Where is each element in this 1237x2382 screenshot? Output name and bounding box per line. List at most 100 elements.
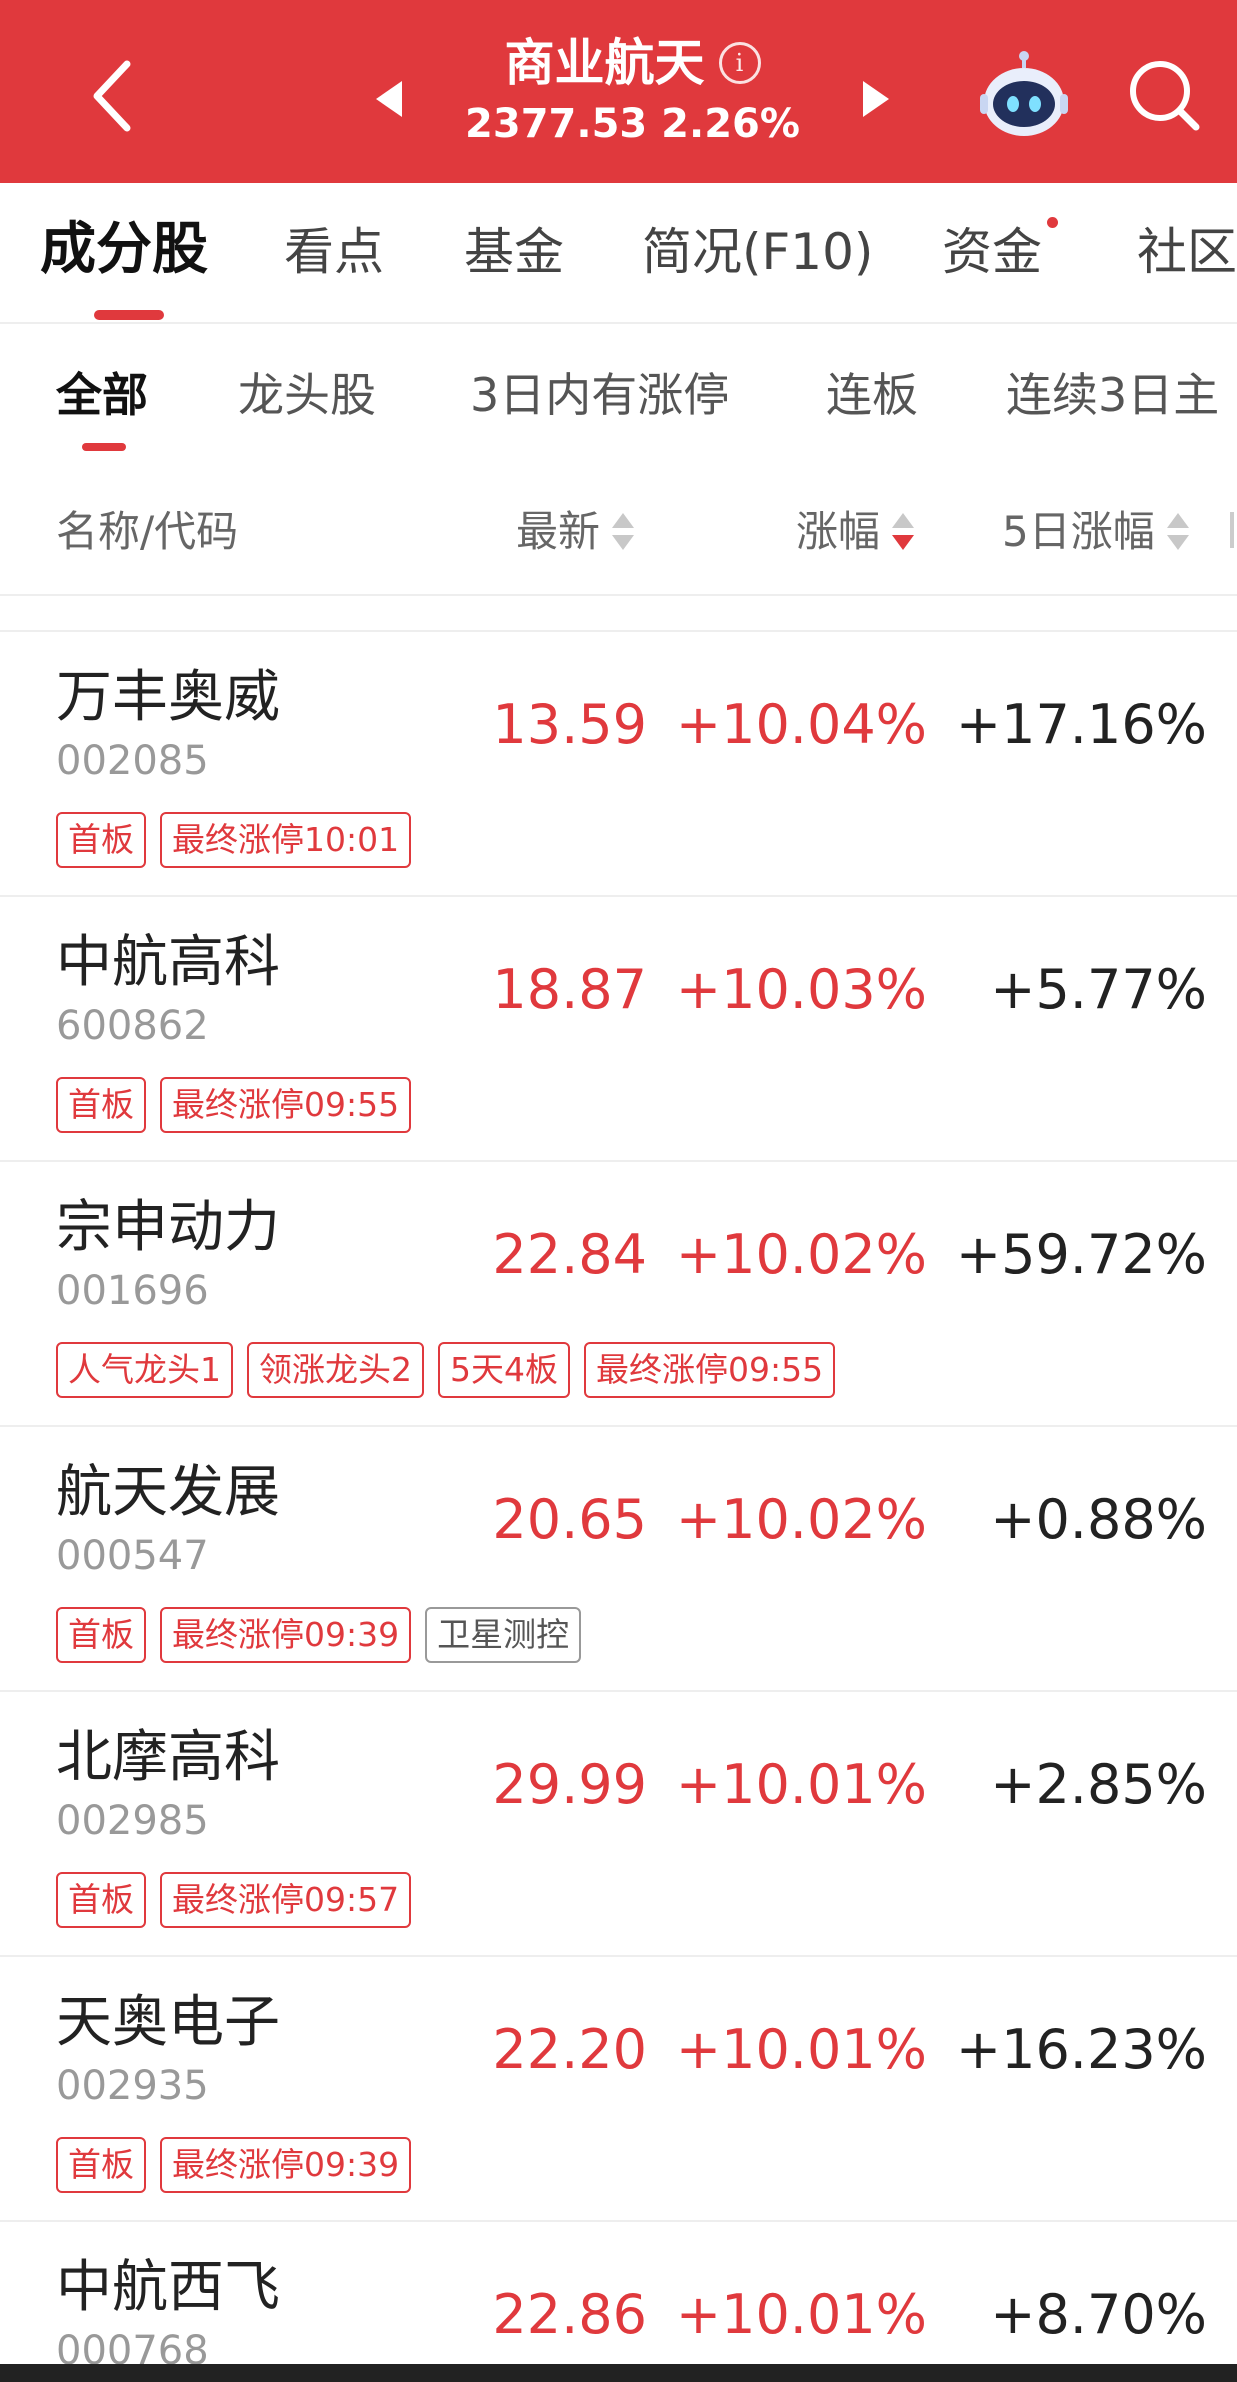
stock-tag[interactable]: 首板 [56, 1872, 146, 1928]
page-title: 商业航天 [504, 34, 705, 92]
stock-change-5d: +59.72% [955, 1223, 1207, 1286]
stock-row[interactable]: 天奥电子 002935 22.20 +10.01% +16.23% 首板 最终涨停09:39 [0, 1957, 1237, 2222]
triangle-left-icon [376, 81, 402, 117]
active-tab-indicator [94, 310, 164, 320]
system-bottom-bar [0, 2364, 1237, 2382]
stock-row[interactable]: 北摩高科 002985 29.99 +10.01% +2.85% 首板 最终涨停09:57 [0, 1692, 1237, 1957]
col-change5-label: 5日涨幅 [1002, 507, 1155, 556]
index-change: 2.26% [661, 101, 800, 147]
ai-assistant-button[interactable] [978, 50, 1070, 142]
stock-name: 宗申动力 [56, 1195, 280, 1260]
tag-list: 首板 最终涨停09:57 [56, 1872, 412, 1928]
filter-tab-bar: 全部 龙头股 3日内有涨停 连板 连续3日主 [0, 325, 1237, 465]
stock-change-5d: +8.70% [990, 2283, 1207, 2346]
stock-row[interactable]: 中航高科 600862 18.87 +10.03% +5.77% 首板 最终涨停09:55 [0, 897, 1237, 1162]
stock-tag[interactable]: 首板 [56, 2137, 146, 2193]
info-icon[interactable]: i [718, 42, 761, 84]
stock-tag[interactable]: 人气龙头1 [56, 1342, 233, 1398]
stock-change-5d: +17.16% [955, 693, 1207, 756]
stock-row[interactable]: 万丰奥威 002085 13.59 +10.04% +17.16% 首板 最终涨停10:01 [0, 632, 1237, 897]
stock-tag[interactable]: 首板 [56, 1607, 146, 1663]
stock-price: 22.84 [492, 1223, 647, 1286]
stock-code: 000547 [56, 1533, 209, 1579]
search-button[interactable] [1124, 55, 1204, 135]
stock-tag[interactable]: 最终涨停10:01 [160, 812, 412, 868]
index-title-block[interactable]: 商业航天 i 2377.53 2.26% [420, 28, 845, 150]
column-header: 名称/代码 最新 涨幅 5日涨幅 [0, 466, 1237, 596]
stock-tag[interactable]: 最终涨停09:39 [160, 1607, 412, 1663]
tab-overview-f10[interactable]: 简况(F10) [642, 219, 873, 285]
stock-tag[interactable]: 卫星测控 [425, 1607, 582, 1663]
main-tab-bar: 成分股 看点 基金 简况(F10) 资金 社区 [0, 183, 1237, 324]
stock-code: 002935 [56, 2063, 209, 2109]
stock-tag[interactable]: 首板 [56, 1077, 146, 1133]
tab-capital[interactable]: 资金 [942, 219, 1042, 285]
stock-name: 万丰奥威 [56, 665, 280, 730]
stock-change: +10.02% [675, 1488, 927, 1551]
sort-icon [612, 511, 635, 553]
filter-limit-up-3d[interactable]: 3日内有涨停 [470, 365, 729, 425]
search-icon [1130, 61, 1200, 131]
col-change-sort[interactable]: 涨幅 [796, 504, 915, 560]
stock-change: +10.02% [675, 1223, 927, 1286]
tab-funds[interactable]: 基金 [464, 219, 564, 285]
stock-price: 13.59 [492, 693, 647, 756]
filter-leaders[interactable]: 龙头股 [238, 365, 376, 425]
tag-list: 人气龙头1 领涨龙头2 5天4板 最终涨停09:55 [56, 1342, 836, 1398]
next-index-button[interactable] [855, 75, 895, 123]
stock-change: +10.01% [675, 2018, 927, 2081]
tab-community[interactable]: 社区 [1137, 219, 1237, 285]
col-change-label: 涨幅 [796, 507, 881, 556]
stock-name: 中航高科 [56, 930, 280, 995]
stock-name: 天奥电子 [56, 1990, 280, 2055]
stock-tag[interactable]: 领涨龙头2 [247, 1342, 424, 1398]
stock-change-5d: +2.85% [990, 1753, 1207, 1816]
stock-price: 18.87 [492, 958, 647, 1021]
tab-constituents[interactable]: 成分股 [40, 217, 208, 283]
stock-change: +10.01% [675, 1753, 927, 1816]
stock-change-5d: +0.88% [990, 1488, 1207, 1551]
sort-icon [1166, 511, 1189, 553]
stock-tag[interactable]: 最终涨停09:55 [160, 1077, 412, 1133]
stock-change: +10.03% [675, 958, 927, 1021]
stock-change: +10.04% [675, 693, 927, 756]
index-value: 2377.53 [465, 101, 648, 147]
tag-list: 首板 最终涨停09:39 卫星测控 [56, 1607, 582, 1663]
col-change5-sort[interactable]: 5日涨幅 [1002, 504, 1189, 560]
filter-consecutive[interactable]: 连板 [826, 365, 918, 425]
tag-list: 首板 最终涨停10:01 [56, 812, 412, 868]
stock-list[interactable]: 万丰奥威 002085 13.59 +10.04% +17.16% 首板 最终涨停10:01… [0, 596, 1237, 2382]
prev-index-button[interactable] [370, 75, 410, 123]
sort-desc-icon [892, 511, 915, 553]
stock-row[interactable]: 中航西飞 000768 22.86 +10.01% +8.70% [0, 2222, 1237, 2382]
list-top-spacer [0, 596, 1237, 632]
stock-tag[interactable]: 5天4板 [438, 1342, 570, 1398]
stock-tag[interactable]: 最终涨停09:39 [160, 2137, 412, 2193]
stock-row[interactable]: 宗申动力 001696 22.84 +10.02% +59.72% 人气龙头1 领涨龙头2 5… [0, 1162, 1237, 1427]
stock-code: 002085 [56, 738, 209, 784]
stock-name: 中航西飞 [56, 2255, 280, 2320]
filter-3day-main[interactable]: 连续3日主 [1006, 365, 1219, 425]
stock-tag[interactable]: 最终涨停09:55 [584, 1342, 836, 1398]
col-latest-sort[interactable]: 最新 [516, 504, 635, 560]
stock-tag[interactable]: 首板 [56, 812, 146, 868]
stock-name: 北摩高科 [56, 1725, 280, 1790]
stock-code: 002985 [56, 1798, 209, 1844]
robot-icon [980, 51, 1068, 136]
stock-tag[interactable]: 最终涨停09:57 [160, 1872, 412, 1928]
stock-price: 22.86 [492, 2283, 647, 2346]
triangle-right-icon [863, 81, 889, 117]
stock-change-5d: +5.77% [990, 958, 1207, 1021]
stock-change-5d: +16.23% [955, 2018, 1207, 2081]
stock-price: 20.65 [492, 1488, 647, 1551]
tab-highlights[interactable]: 看点 [284, 219, 384, 285]
stock-row[interactable]: 航天发展 000547 20.65 +10.02% +0.88% 首板 最终涨停09:39 卫… [0, 1427, 1237, 1692]
stock-code: 600862 [56, 1003, 209, 1049]
tag-list: 首板 最终涨停09:55 [56, 1077, 412, 1133]
col-latest-label: 最新 [516, 507, 601, 556]
stock-change: +10.01% [675, 2283, 927, 2346]
tag-list: 首板 最终涨停09:39 [56, 2137, 412, 2193]
back-button[interactable] [72, 52, 152, 140]
filter-all[interactable]: 全部 [56, 365, 148, 425]
index-quote: 2377.53 2.26% [420, 98, 845, 150]
